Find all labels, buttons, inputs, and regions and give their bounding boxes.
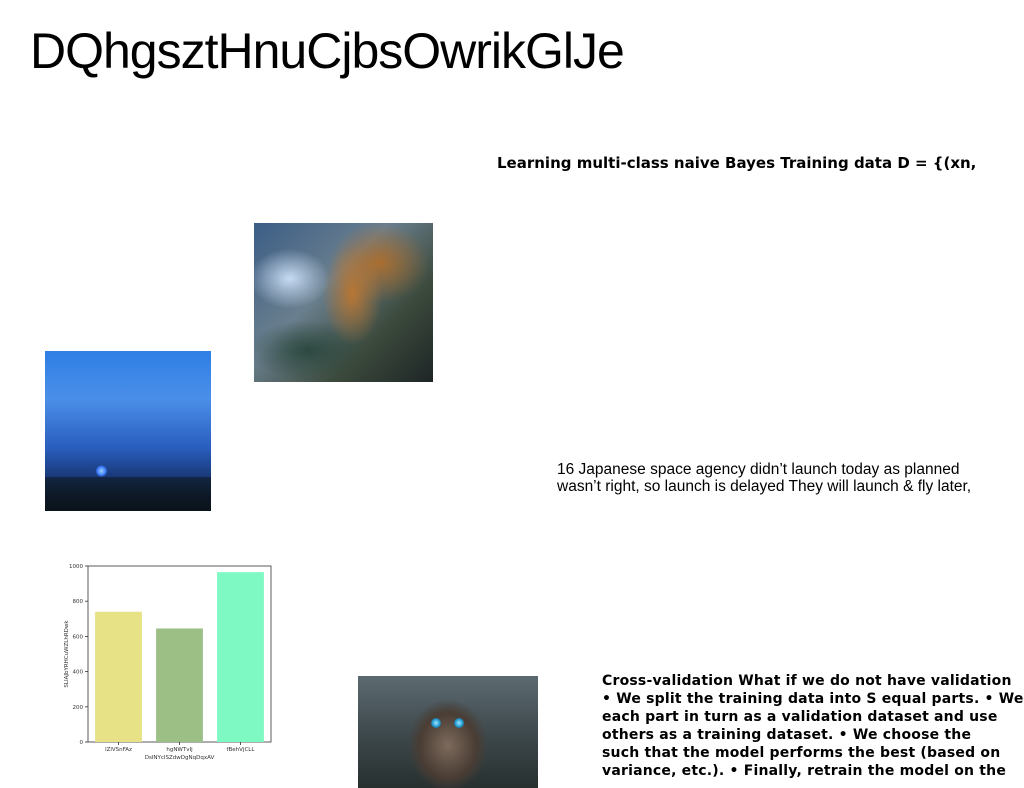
paragraph-line: others as a training dataset. • We choos… [602,727,972,743]
paragraph-line: • We split the training data into S equa… [602,691,1024,707]
y-tick-label: 1000 [69,564,83,570]
moon-grass-photo [45,351,211,511]
paragraph-cross-validation: Cross-validation What if we do not have … [602,672,1024,780]
x-tick-label: fBehVjCLL [227,747,256,753]
bar-chart: 0 200 400 600 800 1000 lZlVSnFAz hgNWTvIj fBehVj… [55,558,285,768]
bar [217,572,264,742]
y-tick-label: 0 [80,740,84,746]
y-tick-label: 800 [73,599,84,605]
x-tick-label: lZlVSnFAz [105,747,132,753]
paragraph-line: each part in turn as a validation datase… [602,709,998,725]
y-tick-label: 400 [73,670,84,676]
owl-eye [431,718,441,728]
owl-eye [454,718,464,728]
paragraph-line: such that the model performs the best (b… [602,745,1001,761]
y-tick-label: 600 [73,634,84,640]
paragraph-launch: 16 Japanese space agency didn’t launch t… [557,461,1007,495]
paragraph-line: Cross-validation What if we do not have … [602,673,1012,689]
paragraph-line: wasn’t right, so launch is delayed They … [557,478,972,495]
section-heading: Learning multi-class naive Bayes Trainin… [497,154,977,172]
x-axis-label: DsINYcISZdwDgNqDqxAV [145,755,215,761]
paragraph-line: 16 Japanese space agency didn’t launch t… [557,461,960,478]
fireworks-photo [254,223,433,382]
bar [156,628,203,742]
page-title: DQhgsztHnuCjbsOwrikGlJe [30,23,625,79]
x-tick-label: hgNWTvIj [166,747,193,753]
owl-photo [358,676,538,788]
grass-silhouette [45,477,211,511]
bar [95,611,142,742]
y-tick-label: 200 [73,705,84,711]
y-axis-label: SLIAJbYRHCuWZLhRDwk [64,620,70,688]
paragraph-line: variance, etc.). • Finally, retrain the … [602,763,1007,779]
bar-chart-svg: 0 200 400 600 800 1000 lZlVSnFAz hgNWTvIj fBehVj… [64,564,272,761]
